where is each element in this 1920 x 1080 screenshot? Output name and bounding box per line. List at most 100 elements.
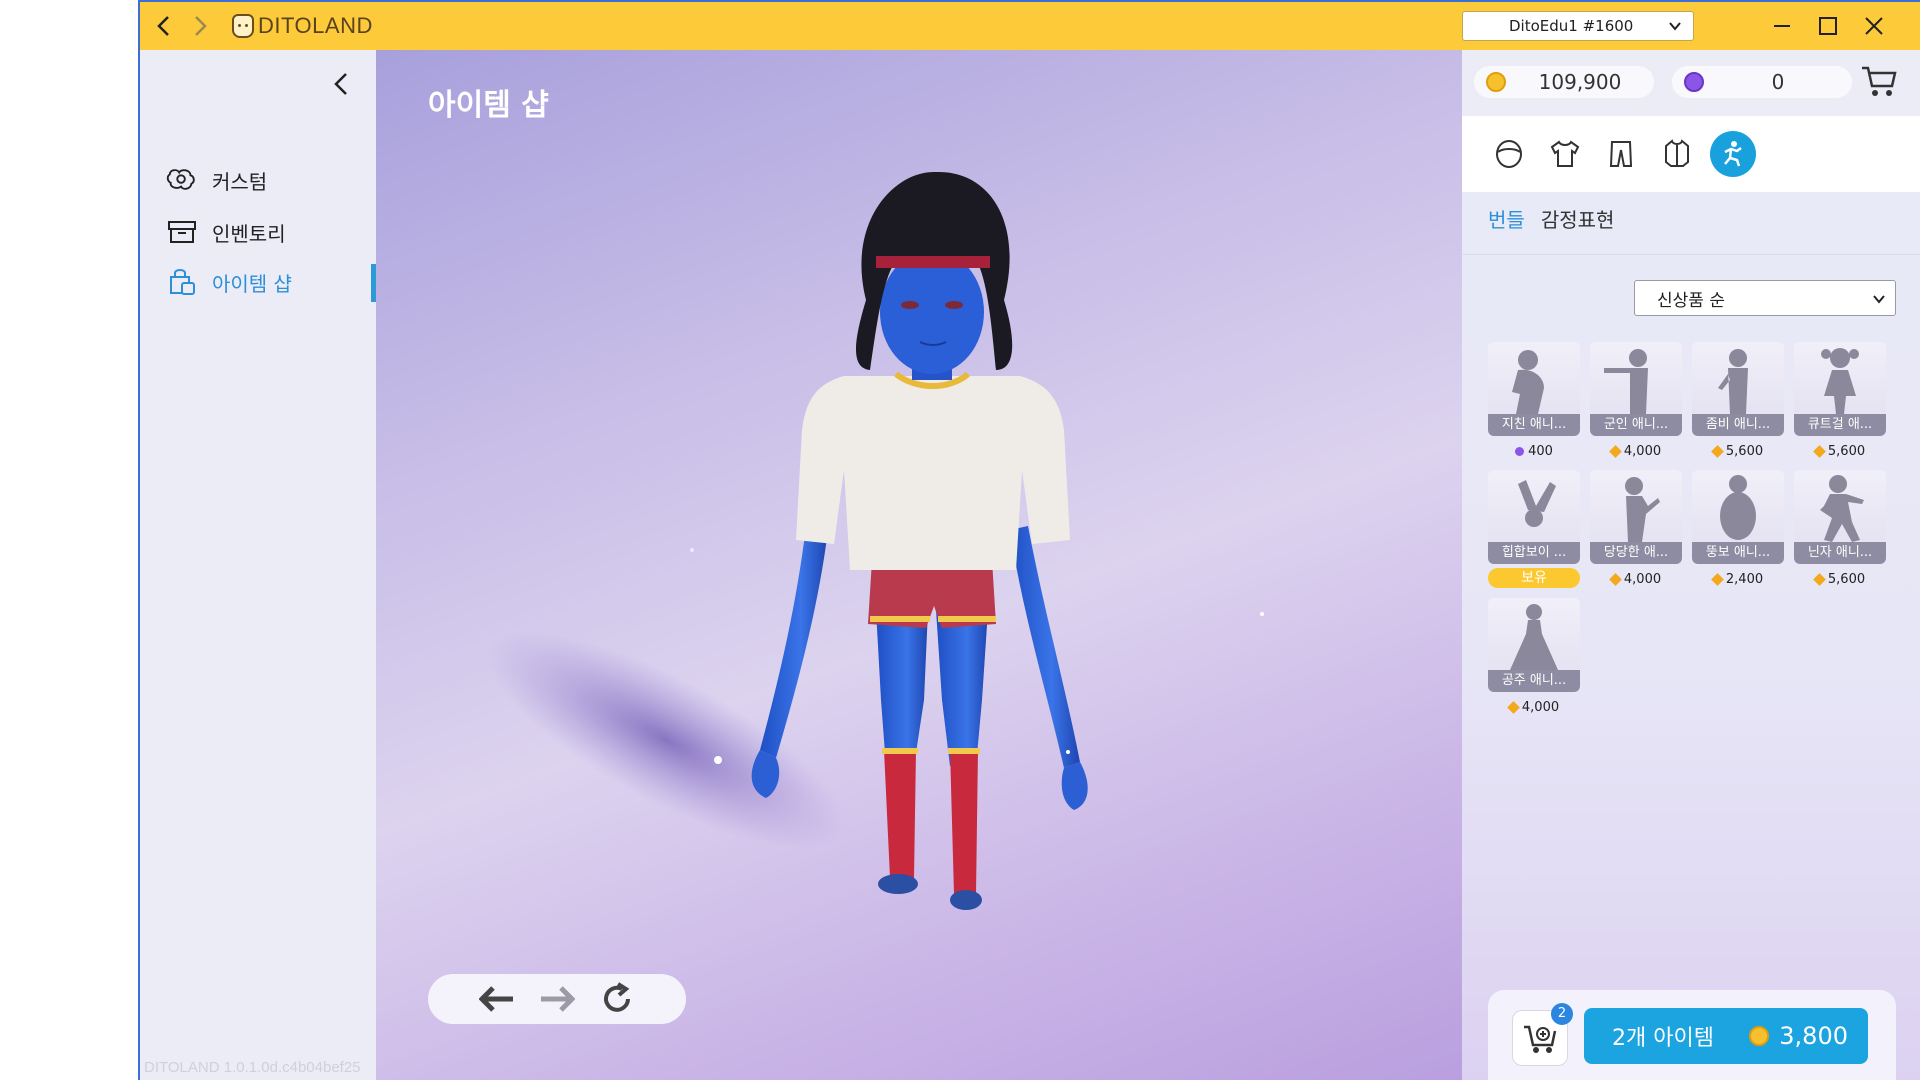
item-thumbnail: 군인 애니... bbox=[1590, 342, 1682, 436]
item-card[interactable]: 당당한 애... 4,000 bbox=[1590, 470, 1682, 588]
sidebar-item-item-shop[interactable]: 아이템 샵 bbox=[166, 262, 292, 302]
emote-category-icon[interactable] bbox=[1710, 131, 1756, 177]
sidebar-item-inventory[interactable]: 인벤토리 bbox=[166, 212, 286, 252]
tab-bar: 번들 감정표현 bbox=[1488, 204, 1614, 233]
item-thumbnail: 공주 애니... bbox=[1488, 598, 1580, 692]
undo-arrow-icon[interactable] bbox=[477, 979, 517, 1019]
currency-row: 109,900 0 bbox=[1462, 50, 1920, 116]
top-category-icon[interactable] bbox=[1542, 131, 1588, 177]
gold-coin-icon bbox=[1507, 700, 1520, 714]
basket-button[interactable]: 2 bbox=[1512, 1003, 1573, 1066]
item-name: 힙합보이 ... bbox=[1488, 542, 1580, 564]
gold-coin-icon bbox=[1749, 1026, 1770, 1046]
account-dropdown[interactable]: DitoEdu1 #1600 bbox=[1462, 11, 1694, 41]
minimize-icon[interactable] bbox=[1764, 10, 1800, 42]
face-category-icon[interactable] bbox=[1486, 131, 1532, 177]
item-thumbnail: 큐트걸 애... bbox=[1794, 342, 1886, 436]
stage-controls bbox=[428, 974, 686, 1024]
item-price: 400 bbox=[1488, 442, 1580, 460]
item-price: 4,000 bbox=[1590, 570, 1682, 588]
item-card[interactable]: 지친 애니... 400 bbox=[1488, 342, 1580, 460]
shop-panel: 109,900 0 번들 감정표현 신상품 순 지친 애니... 400 군인 … bbox=[1462, 50, 1920, 1080]
collapse-sidebar-icon[interactable] bbox=[332, 70, 350, 105]
item-price: 5,600 bbox=[1692, 442, 1784, 460]
item-name: 뚱보 애니... bbox=[1692, 542, 1784, 564]
item-price: 4,000 bbox=[1488, 698, 1580, 716]
custom-icon bbox=[166, 164, 198, 196]
purchase-bar: 2 2개 아이템 3,800 bbox=[1488, 990, 1896, 1080]
item-price: 2,400 bbox=[1692, 570, 1784, 588]
item-card[interactable]: 닌자 애니... 5,600 bbox=[1794, 470, 1886, 588]
gem-coin-icon bbox=[1515, 446, 1525, 456]
gem-balance: 0 bbox=[1672, 66, 1852, 98]
cart-icon[interactable] bbox=[1860, 64, 1898, 102]
sort-label: 신상품 순 bbox=[1657, 290, 1725, 311]
gold-coin-icon bbox=[1486, 72, 1506, 92]
item-name: 좀비 애니... bbox=[1692, 414, 1784, 436]
inventory-icon bbox=[166, 216, 198, 248]
item-name: 지친 애니... bbox=[1488, 414, 1580, 436]
back-arrow-icon[interactable] bbox=[146, 2, 182, 50]
price-value: 4,000 bbox=[1521, 699, 1560, 715]
reset-icon[interactable] bbox=[597, 979, 637, 1019]
chubby-pose-icon bbox=[1720, 475, 1756, 540]
item-name: 당당한 애... bbox=[1590, 542, 1682, 564]
redo-arrow-icon[interactable] bbox=[537, 979, 577, 1019]
close-icon[interactable] bbox=[1856, 10, 1892, 42]
item-card[interactable]: 힙합보이 ... 보유 bbox=[1488, 470, 1580, 588]
sidebar-item-custom[interactable]: 커스텀 bbox=[166, 160, 267, 200]
zombie-pose-icon bbox=[1718, 349, 1748, 414]
price-value: 5,600 bbox=[1827, 443, 1866, 459]
item-price: 5,600 bbox=[1794, 442, 1886, 460]
buy-count-label: 2개 아이템 bbox=[1612, 1026, 1714, 1051]
avatar-stage[interactable]: 아이템 샵 bbox=[376, 50, 1462, 1080]
app-window: DITOLAND DitoEdu1 #1600 커스텀 인벤토리 아이템 샵 D… bbox=[138, 0, 1920, 1080]
gold-coin-icon bbox=[1813, 572, 1826, 586]
item-card[interactable]: 군인 애니... 4,000 bbox=[1590, 342, 1682, 460]
item-thumbnail: 힙합보이 ... bbox=[1488, 470, 1580, 564]
tab-bundle[interactable]: 번들 bbox=[1488, 204, 1525, 233]
item-thumbnail: 지친 애니... bbox=[1488, 342, 1580, 436]
item-thumbnail: 뚱보 애니... bbox=[1692, 470, 1784, 564]
gold-coin-icon bbox=[1609, 444, 1622, 458]
princess-pose-icon bbox=[1510, 604, 1558, 670]
maximize-icon[interactable] bbox=[1810, 10, 1846, 42]
gold-coin-icon bbox=[1609, 572, 1622, 586]
item-card[interactable]: 공주 애니... 4,000 bbox=[1488, 598, 1580, 716]
ninja-pose-icon bbox=[1820, 475, 1864, 542]
account-label: DitoEdu1 #1600 bbox=[1509, 17, 1634, 35]
gold-amount: 109,900 bbox=[1538, 70, 1622, 94]
sidebar: 커스텀 인벤토리 아이템 샵 DITOLAND 1.0.1.0d.c4b04be… bbox=[140, 50, 376, 1080]
owned-badge: 보유 bbox=[1488, 568, 1580, 588]
item-price: 5,600 bbox=[1794, 570, 1886, 588]
confident-pose-icon bbox=[1625, 477, 1660, 542]
tab-emote[interactable]: 감정표현 bbox=[1541, 204, 1615, 233]
add-to-cart-icon bbox=[1524, 1025, 1557, 1053]
price-value: 5,600 bbox=[1725, 443, 1764, 459]
logo-icon bbox=[232, 14, 254, 38]
gold-coin-icon bbox=[1711, 444, 1724, 458]
item-card[interactable]: 좀비 애니... 5,600 bbox=[1692, 342, 1784, 460]
item-card[interactable]: 뚱보 애니... 2,400 bbox=[1692, 470, 1784, 588]
tired-pose-icon bbox=[1512, 350, 1544, 414]
sort-dropdown[interactable]: 신상품 순 bbox=[1634, 280, 1896, 316]
bottom-category-icon[interactable] bbox=[1598, 131, 1644, 177]
outfit-category-icon[interactable] bbox=[1654, 131, 1700, 177]
item-card[interactable]: 큐트걸 애... 5,600 bbox=[1794, 342, 1886, 460]
title-bar: DITOLAND DitoEdu1 #1600 bbox=[140, 2, 1920, 50]
forward-arrow-icon[interactable] bbox=[182, 2, 218, 50]
buy-button[interactable]: 2개 아이템 3,800 bbox=[1584, 1008, 1868, 1064]
chevron-down-icon bbox=[1669, 16, 1681, 36]
item-name: 군인 애니... bbox=[1590, 414, 1682, 436]
gem-amount: 0 bbox=[1771, 70, 1785, 94]
shop-bag-icon bbox=[166, 266, 198, 298]
price-value: 4,000 bbox=[1623, 571, 1662, 587]
divider bbox=[1462, 254, 1920, 255]
item-name: 공주 애니... bbox=[1488, 670, 1580, 692]
sidebar-item-label: 인벤토리 bbox=[212, 221, 286, 246]
item-thumbnail: 좀비 애니... bbox=[1692, 342, 1784, 436]
sidebar-item-label: 커스텀 bbox=[212, 169, 268, 194]
gold-coin-icon bbox=[1813, 444, 1826, 458]
category-row bbox=[1462, 116, 1920, 192]
price-value: 2,400 bbox=[1725, 571, 1764, 587]
